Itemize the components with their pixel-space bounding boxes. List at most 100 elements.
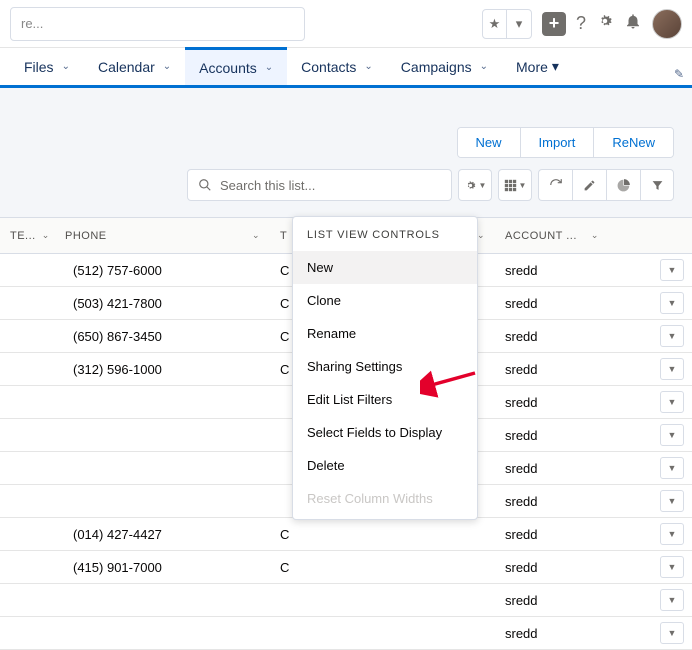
pencil-icon: [583, 179, 596, 192]
list-toolbar: Search this list... ▼ ▼: [0, 165, 692, 205]
renew-button[interactable]: ReNew: [593, 128, 673, 157]
menu-item-new[interactable]: New: [293, 251, 477, 284]
cell-actions: ▼: [652, 556, 692, 578]
menu-item-select-fields-to-display[interactable]: Select Fields to Display: [293, 416, 477, 449]
nav-more[interactable]: More ▾: [502, 48, 573, 85]
cell-actions: ▼: [652, 457, 692, 479]
chevron-down-icon: ⌄: [62, 61, 70, 72]
list-search-input[interactable]: Search this list...: [187, 169, 452, 201]
popover-title: LIST VIEW CONTROLS: [293, 217, 477, 251]
list-view-controls-menu: LIST VIEW CONTROLS NewCloneRenameSharing…: [292, 216, 478, 520]
nav-files[interactable]: Files ⌄: [10, 48, 84, 85]
chevron-down-icon: ⌄: [252, 230, 260, 241]
cell-owner: sredd: [495, 593, 652, 608]
menu-item-sharing-settings[interactable]: Sharing Settings: [293, 350, 477, 383]
col-account-owner[interactable]: ACCOUNT ... ⌄: [495, 230, 652, 242]
nav-label: Calendar: [98, 59, 155, 75]
action-button-group: New Import ReNew: [457, 127, 674, 158]
cell-actions: ▼: [652, 259, 692, 281]
row-actions-button[interactable]: ▼: [660, 589, 684, 611]
chevron-down-icon: ⌄: [42, 230, 50, 241]
caret-down-icon: ▼: [519, 181, 527, 190]
col-truncated[interactable]: TE... ⌄: [0, 230, 55, 242]
cell-owner: sredd: [495, 263, 652, 278]
menu-item-delete[interactable]: Delete: [293, 449, 477, 482]
row-actions-button[interactable]: ▼: [660, 391, 684, 413]
chevron-down-icon: ⌄: [591, 230, 599, 241]
row-actions-button[interactable]: ▼: [660, 424, 684, 446]
table-row[interactable]: sredd ▼: [0, 584, 692, 617]
menu-item-edit-list-filters[interactable]: Edit List Filters: [293, 383, 477, 416]
help-icon[interactable]: ?: [576, 13, 586, 34]
setup-gear-icon[interactable]: [596, 12, 614, 35]
global-search-input[interactable]: re...: [10, 7, 305, 41]
cell-phone: (415) 901-7000: [55, 560, 270, 575]
refresh-button[interactable]: [538, 169, 572, 201]
list-view-controls-button[interactable]: ▼: [458, 169, 492, 201]
col-label: TE...: [10, 230, 36, 242]
chevron-down-icon: ⌄: [364, 61, 372, 72]
cell-owner: sredd: [495, 395, 652, 410]
cell-owner: sredd: [495, 494, 652, 509]
import-button[interactable]: Import: [520, 128, 594, 157]
display-as-button[interactable]: ▼: [498, 169, 532, 201]
nav-label: Campaigns: [401, 59, 472, 75]
chart-button[interactable]: [606, 169, 640, 201]
table-row[interactable]: (415) 901-7000Csredd▼: [0, 551, 692, 584]
nav-campaigns[interactable]: Campaigns ⌄: [387, 48, 502, 85]
cell-actions: ▼: [652, 589, 692, 611]
search-icon: [198, 178, 212, 192]
chevron-down-icon: ▾: [507, 10, 531, 38]
row-actions-button[interactable]: ▼: [660, 292, 684, 314]
table-row[interactable]: sredd▼: [0, 617, 692, 650]
row-actions-button[interactable]: ▼: [660, 523, 684, 545]
row-actions-button[interactable]: ▼: [660, 457, 684, 479]
favorites-combo[interactable]: ★ ▾: [482, 9, 532, 39]
refresh-icon: [549, 178, 563, 192]
cell-owner: sredd: [495, 362, 652, 377]
edit-nav-icon[interactable]: ✎: [674, 67, 684, 81]
nav-label: Contacts: [301, 59, 356, 75]
cell-actions: ▼: [652, 292, 692, 314]
row-actions-button[interactable]: ▼: [660, 490, 684, 512]
cell-owner: sredd: [495, 527, 652, 542]
row-actions-button[interactable]: ▼: [660, 325, 684, 347]
list-search-placeholder: Search this list...: [220, 178, 315, 193]
row-actions-button[interactable]: ▼: [660, 622, 684, 644]
nav-contacts[interactable]: Contacts ⌄: [287, 48, 387, 85]
cell-phone: (650) 867-3450: [55, 329, 270, 344]
col-phone[interactable]: PHONE ⌄: [55, 230, 270, 242]
star-icon: ★: [483, 10, 507, 38]
user-avatar[interactable]: [652, 9, 682, 39]
nav-label: More: [516, 59, 548, 75]
cell-phone: (512) 757-6000: [55, 263, 270, 278]
row-actions-button[interactable]: ▼: [660, 259, 684, 281]
toolbar-action-group: [538, 169, 674, 201]
cell-phone: (503) 421-7800: [55, 296, 270, 311]
global-search-text: re...: [21, 16, 43, 31]
cell-owner: sredd: [495, 461, 652, 476]
cell-type: C: [270, 560, 495, 575]
table-row[interactable]: (014) 427-4427Csredd▼: [0, 518, 692, 551]
nav-accounts[interactable]: Accounts ⌄: [185, 47, 287, 85]
cell-actions: ▼: [652, 523, 692, 545]
new-button[interactable]: New: [458, 128, 520, 157]
filter-button[interactable]: [640, 169, 674, 201]
cell-type: C: [270, 527, 495, 542]
header-utility: ★ ▾ + ?: [482, 9, 682, 39]
global-add-button[interactable]: +: [542, 12, 566, 36]
row-actions-button[interactable]: ▼: [660, 358, 684, 380]
nav-calendar[interactable]: Calendar ⌄: [84, 48, 185, 85]
row-actions-button[interactable]: ▼: [660, 556, 684, 578]
nav-label: Accounts: [199, 60, 257, 76]
cell-actions: ▼: [652, 325, 692, 347]
inline-edit-button[interactable]: [572, 169, 606, 201]
notifications-bell-icon[interactable]: [624, 12, 642, 35]
nav-label: Files: [24, 59, 54, 75]
global-header: re... ★ ▾ + ?: [0, 0, 692, 48]
cell-phone: (312) 596-1000: [55, 362, 270, 377]
menu-item-reset-column-widths: Reset Column Widths: [293, 482, 477, 515]
chevron-down-icon: ⌄: [477, 230, 485, 241]
menu-item-rename[interactable]: Rename: [293, 317, 477, 350]
menu-item-clone[interactable]: Clone: [293, 284, 477, 317]
